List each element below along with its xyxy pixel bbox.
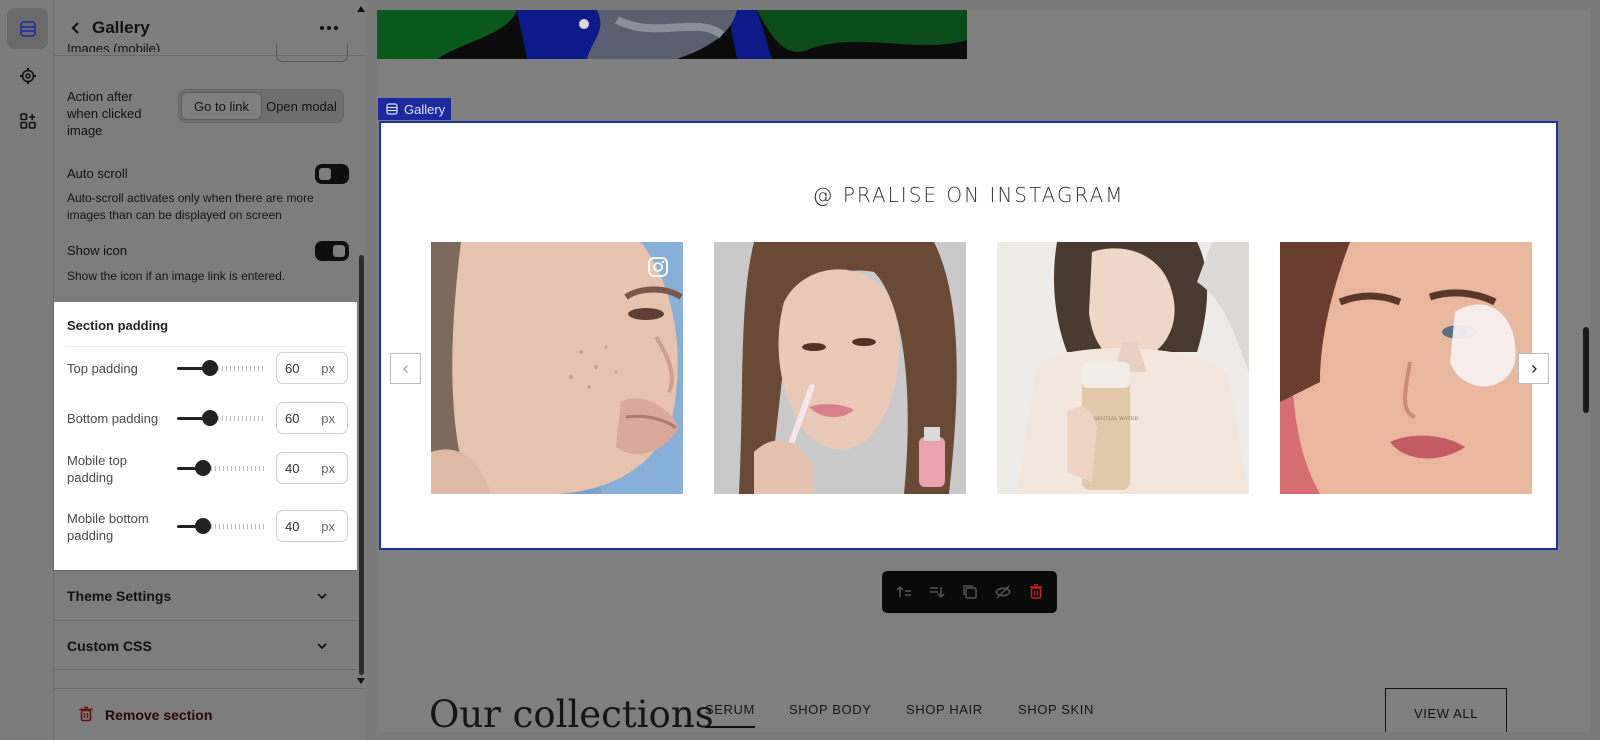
left-rail bbox=[0, 0, 54, 740]
gallery-image-2[interactable] bbox=[714, 242, 966, 494]
next-arrow-button[interactable] bbox=[1518, 353, 1549, 384]
settings-panel: Gallery Images (mobile) Action after whe… bbox=[54, 0, 366, 740]
panel-scrollbar[interactable] bbox=[359, 255, 364, 675]
tab-shop-skin[interactable]: SHOP SKIN bbox=[1018, 702, 1094, 717]
chevron-down-icon bbox=[317, 593, 327, 600]
gallery-image-1[interactable] bbox=[431, 242, 683, 494]
prev-arrow-button[interactable] bbox=[390, 353, 421, 384]
theme-settings-accordion[interactable]: Theme Settings bbox=[54, 570, 357, 620]
mobile-bottom-padding-label: Mobile bottom padding bbox=[67, 511, 149, 543]
chevron-down-icon bbox=[317, 643, 327, 650]
mobile-bottom-padding-slider[interactable] bbox=[177, 516, 265, 536]
move-up-icon[interactable] bbox=[895, 583, 913, 601]
go-to-link-option[interactable]: Go to link bbox=[181, 92, 262, 120]
back-icon[interactable] bbox=[66, 18, 86, 38]
sections-rail-button[interactable] bbox=[7, 8, 48, 49]
custom-css-accordion[interactable]: Custom CSS bbox=[54, 620, 357, 670]
gallery-image-3[interactable]: THE ESSENTIAL WATER bbox=[997, 242, 1249, 494]
gallery-image-4[interactable] bbox=[1280, 242, 1532, 494]
slider-thumb[interactable] bbox=[202, 360, 219, 376]
unit-label: px bbox=[321, 461, 335, 476]
mobile-top-padding-label: Mobile top padding bbox=[67, 453, 127, 485]
action-label: Action after when clicked image bbox=[67, 89, 142, 138]
top-padding-label: Top padding bbox=[67, 361, 138, 376]
duplicate-icon[interactable] bbox=[961, 583, 979, 601]
auto-scroll-label: Auto scroll bbox=[67, 166, 128, 181]
bottom-padding-value[interactable]: 60 bbox=[285, 411, 299, 426]
apps-icon bbox=[19, 112, 36, 129]
move-down-icon[interactable] bbox=[928, 583, 946, 601]
mobile-top-padding-value[interactable]: 40 bbox=[285, 461, 299, 476]
mobile-top-padding-input[interactable]: 40 px bbox=[276, 452, 348, 484]
unit-label: px bbox=[321, 361, 335, 376]
delete-icon[interactable] bbox=[1027, 583, 1045, 601]
sections-icon bbox=[19, 20, 36, 37]
chevron-left-icon bbox=[402, 364, 408, 373]
tab-serum[interactable]: SERUM bbox=[705, 702, 755, 728]
top-padding-slider[interactable] bbox=[177, 358, 265, 378]
chevron-right-icon bbox=[1531, 364, 1537, 373]
show-icon-toggle[interactable] bbox=[315, 241, 349, 261]
gear-icon bbox=[19, 67, 36, 84]
slider-thumb[interactable] bbox=[195, 460, 211, 476]
divider bbox=[67, 346, 347, 347]
section-padding-title: Section padding bbox=[67, 318, 169, 333]
scroll-up-icon[interactable] bbox=[356, 4, 366, 14]
auto-scroll-toggle[interactable] bbox=[315, 164, 349, 184]
sections-icon bbox=[386, 103, 398, 115]
show-icon-help: Show the icon if an image link is entere… bbox=[67, 269, 286, 283]
unit-label: px bbox=[321, 411, 335, 426]
section-toolbar bbox=[882, 571, 1057, 613]
custom-css-label: Custom CSS bbox=[67, 638, 152, 654]
mobile-bottom-padding-value[interactable]: 40 bbox=[285, 519, 299, 534]
store-preview: Gallery @ PRALISE ON INSTAGRAM THE ESSEN… bbox=[377, 10, 1590, 732]
gallery-tag-label: Gallery bbox=[404, 101, 446, 117]
instagram-icon bbox=[648, 257, 668, 277]
preview-canvas: Gallery @ PRALISE ON INSTAGRAM THE ESSEN… bbox=[366, 0, 1600, 740]
bottom-padding-input[interactable]: 60 px bbox=[276, 402, 348, 434]
images-mobile-input[interactable] bbox=[276, 44, 348, 62]
tab-shop-hair[interactable]: SHOP HAIR bbox=[906, 702, 983, 717]
eye-off-icon[interactable] bbox=[994, 583, 1012, 601]
open-modal-option[interactable]: Open modal bbox=[262, 92, 341, 120]
canvas-scrollbar[interactable] bbox=[1583, 327, 1589, 413]
remove-section-label: Remove section bbox=[105, 707, 213, 723]
scroll-down-icon[interactable] bbox=[356, 676, 366, 686]
slider-thumb[interactable] bbox=[195, 518, 211, 534]
mobile-top-padding-slider[interactable] bbox=[177, 458, 265, 478]
show-icon-label: Show icon bbox=[67, 243, 127, 258]
top-padding-value[interactable]: 60 bbox=[285, 361, 299, 376]
gallery-section[interactable]: @ PRALISE ON INSTAGRAM THE ESSENTIAL WAT… bbox=[379, 121, 1558, 550]
settings-rail-button[interactable] bbox=[7, 55, 48, 96]
unit-label: px bbox=[321, 519, 335, 534]
bottom-padding-label: Bottom padding bbox=[67, 411, 159, 426]
collections-title: Our collections bbox=[429, 693, 714, 732]
bottom-padding-slider[interactable] bbox=[177, 408, 265, 428]
tab-shop-body[interactable]: SHOP BODY bbox=[789, 702, 871, 717]
theme-settings-label: Theme Settings bbox=[67, 588, 172, 604]
section-padding-card: Section padding Top padding 60 px Bottom… bbox=[54, 302, 357, 570]
gallery-section-tag[interactable]: Gallery bbox=[378, 98, 451, 120]
instagram-title: @ PRALISE ON INSTAGRAM bbox=[812, 183, 1125, 207]
more-icon[interactable] bbox=[318, 18, 340, 38]
action-segmented-control: Go to link Open modal bbox=[178, 89, 344, 123]
trash-icon bbox=[79, 706, 93, 722]
apps-rail-button[interactable] bbox=[7, 100, 48, 141]
auto-scroll-help: Auto-scroll activates only when there ar… bbox=[67, 191, 314, 222]
slider-thumb[interactable] bbox=[202, 410, 219, 426]
remove-section-button[interactable]: Remove section bbox=[54, 688, 366, 740]
mobile-bottom-padding-input[interactable]: 40 px bbox=[276, 510, 348, 542]
images-mobile-label: Images (mobile) bbox=[67, 41, 161, 52]
top-padding-input[interactable]: 60 px bbox=[276, 352, 348, 384]
view-all-button[interactable]: VIEW ALL bbox=[1385, 688, 1507, 732]
hero-image[interactable] bbox=[377, 10, 967, 59]
panel-title: Gallery bbox=[92, 18, 150, 37]
